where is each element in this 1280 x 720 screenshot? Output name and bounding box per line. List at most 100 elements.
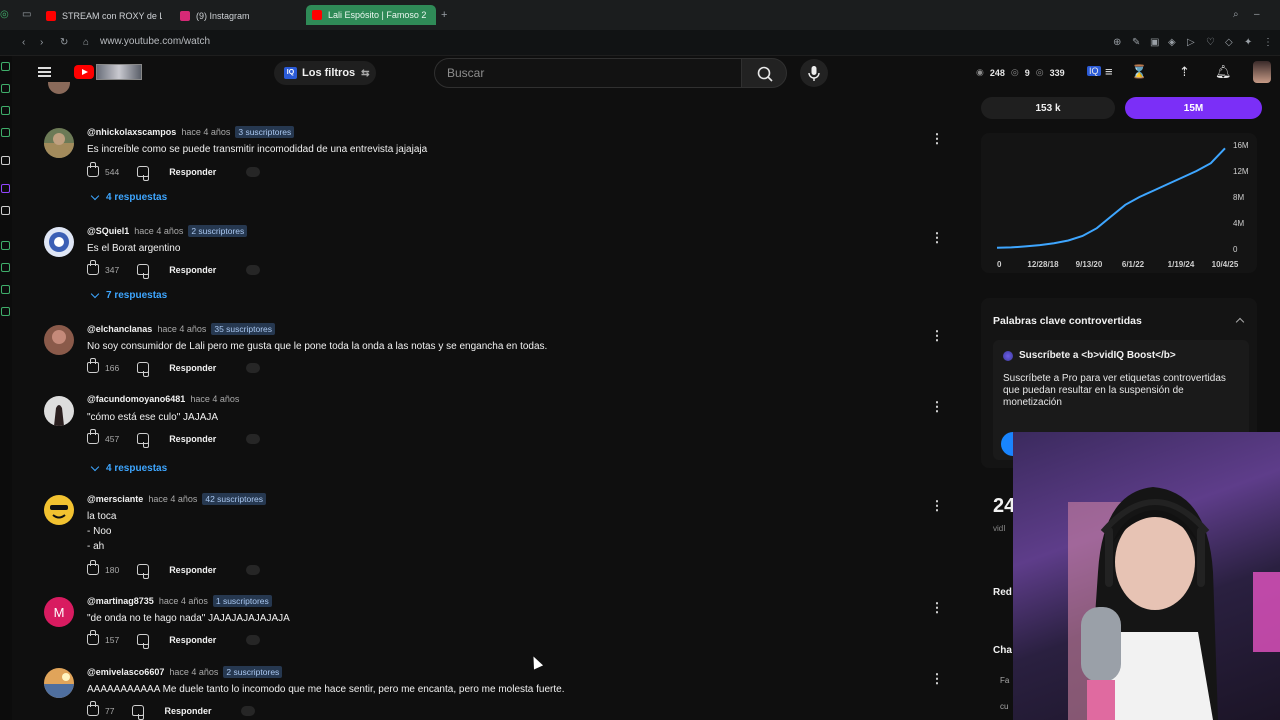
like-icon[interactable] — [87, 260, 99, 275]
dislike-icon[interactable] — [137, 166, 150, 181]
search-input[interactable] — [447, 66, 727, 80]
heart-icon[interactable]: ♡ — [1206, 37, 1215, 49]
comment-author[interactable]: @SQuiel1 — [87, 226, 129, 236]
like-icon[interactable] — [87, 358, 99, 373]
reply-button[interactable]: Responder — [169, 265, 216, 275]
avatar[interactable] — [44, 495, 74, 525]
comment-author[interactable]: @martinag8735 — [87, 596, 154, 606]
comment-author[interactable]: @emivelasco6607 — [87, 667, 164, 677]
view-replies-button[interactable]: 4 respuestas — [90, 462, 167, 474]
avatar[interactable] — [44, 325, 74, 355]
sidebar-app-icon[interactable] — [1, 241, 10, 250]
reply-button[interactable]: Responder — [169, 167, 216, 177]
comment-author[interactable]: @nhickolaxscampos — [87, 127, 176, 137]
reply-button[interactable]: Responder — [169, 635, 216, 645]
more-actions-icon[interactable]: ⋮ — [930, 672, 944, 686]
dislike-icon[interactable] — [137, 362, 150, 377]
comment-time[interactable]: hace 4 años — [134, 226, 183, 236]
like-icon[interactable] — [87, 630, 99, 645]
more-actions-icon[interactable]: ⋮ — [930, 329, 944, 343]
avatar[interactable] — [44, 396, 74, 426]
tab-153k[interactable]: 153 k — [981, 97, 1115, 119]
reply-button[interactable]: Responder — [164, 706, 211, 716]
dislike-icon[interactable] — [137, 564, 150, 579]
tab-overview-icon[interactable]: ▭ — [22, 9, 31, 21]
extension-icon[interactable]: ◈ — [1168, 37, 1176, 49]
forward-icon[interactable]: › — [40, 37, 43, 49]
settings-icon[interactable] — [1, 307, 10, 316]
reply-button[interactable]: Responder — [169, 434, 216, 444]
reply-button[interactable]: Responder — [169, 363, 216, 373]
search-box — [434, 58, 742, 88]
more-actions-icon[interactable]: ⋮ — [930, 132, 944, 146]
like-icon[interactable] — [87, 701, 99, 716]
like-icon[interactable] — [87, 560, 99, 575]
x-icon[interactable] — [1, 206, 10, 215]
search-tabs-icon[interactable]: ⌕ — [1233, 9, 1239, 21]
bookmark-icon[interactable]: ◇ — [1225, 37, 1233, 49]
vidiq-icon[interactable]: IQ — [1087, 66, 1101, 76]
new-tab-button[interactable]: + — [441, 9, 447, 21]
more-actions-icon[interactable]: ⋮ — [930, 499, 944, 513]
comment-author[interactable]: @mersciante — [87, 494, 143, 504]
avatar[interactable] — [44, 668, 74, 698]
twitch-icon[interactable] — [1, 184, 10, 193]
more-actions-icon[interactable]: ⋮ — [930, 231, 944, 245]
avatar[interactable] — [44, 227, 74, 257]
tab-lali-active[interactable]: Lali Espósito | Famoso 2 — [306, 5, 436, 25]
puzzle-icon[interactable]: ✦ — [1244, 37, 1252, 49]
minimize-icon[interactable]: – — [1254, 9, 1260, 21]
back-icon[interactable]: ‹ — [22, 37, 25, 49]
tab-instagram[interactable]: (9) Instagram — [180, 7, 290, 25]
notifications-bell-icon[interactable]: 🔔︎ — [1215, 64, 1232, 80]
sidebar-app-icon[interactable] — [1, 106, 10, 115]
extension-icon[interactable]: ▣ — [1150, 37, 1159, 49]
tab-15m[interactable]: 15M — [1125, 97, 1262, 119]
like-icon[interactable] — [87, 429, 99, 444]
chevron-up-icon[interactable] — [1235, 317, 1245, 327]
dislike-icon[interactable] — [137, 634, 150, 649]
sidebar-app-icon[interactable] — [1, 62, 10, 71]
avatar[interactable]: M — [44, 597, 74, 627]
extension-icon[interactable]: ✎ — [1132, 37, 1140, 49]
comment-time[interactable]: hace 4 años — [181, 127, 230, 137]
voice-search-button[interactable] — [800, 59, 828, 87]
comment-author[interactable]: @elchanclanas — [87, 324, 152, 334]
filters-button[interactable]: IQ Los filtros ⇆ — [274, 61, 376, 85]
sidebar-app-icon[interactable] — [1, 84, 10, 93]
dislike-icon[interactable] — [137, 433, 150, 448]
url-field[interactable]: www.youtube.com/watch — [100, 36, 210, 47]
comment-time[interactable]: hace 4 años — [169, 667, 218, 677]
view-replies-button[interactable]: 7 respuestas — [90, 289, 167, 301]
user-avatar[interactable] — [1253, 61, 1271, 83]
sidebar-app-icon[interactable] — [1, 128, 10, 137]
more-actions-icon[interactable]: ⋮ — [930, 400, 944, 414]
reload-icon[interactable]: ↻ — [60, 37, 68, 49]
comment-time[interactable]: hace 4 años — [159, 596, 208, 606]
comment-time[interactable]: hace 4 años — [148, 494, 197, 504]
avatar[interactable] — [44, 128, 74, 158]
tab-stream[interactable]: STREAM con ROXY de La — [46, 7, 162, 25]
view-replies-button[interactable]: 4 respuestas — [90, 191, 167, 203]
more-actions-icon[interactable]: ⋮ — [930, 601, 944, 615]
channel-banner[interactable] — [96, 64, 142, 80]
youtube-logo-icon[interactable] — [74, 65, 94, 79]
zoom-icon[interactable]: ⊕ — [1113, 37, 1121, 49]
list-icon[interactable]: ≡ — [1105, 64, 1113, 79]
search-button[interactable] — [741, 58, 787, 88]
hourglass-icon[interactable]: ⌛ — [1131, 64, 1147, 80]
comment-author[interactable]: @facundomoyano6481 — [87, 394, 185, 404]
upload-icon[interactable]: ⇡ — [1179, 64, 1190, 80]
history-icon[interactable] — [1, 263, 10, 272]
dislike-icon[interactable] — [137, 264, 150, 279]
comment-time[interactable]: hace 4 años — [157, 324, 206, 334]
sidebar-app-icon[interactable] — [1, 156, 10, 165]
reply-button[interactable]: Responder — [169, 565, 216, 575]
play-extension-icon[interactable]: ▷ — [1187, 37, 1195, 49]
dislike-icon[interactable] — [132, 705, 145, 720]
hamburger-menu-icon[interactable] — [38, 67, 51, 77]
sidebar-app-icon[interactable] — [1, 285, 10, 294]
like-icon[interactable] — [87, 162, 99, 177]
menu-icon[interactable]: ⋮ — [1263, 37, 1273, 49]
comment-time[interactable]: hace 4 años — [190, 394, 239, 404]
